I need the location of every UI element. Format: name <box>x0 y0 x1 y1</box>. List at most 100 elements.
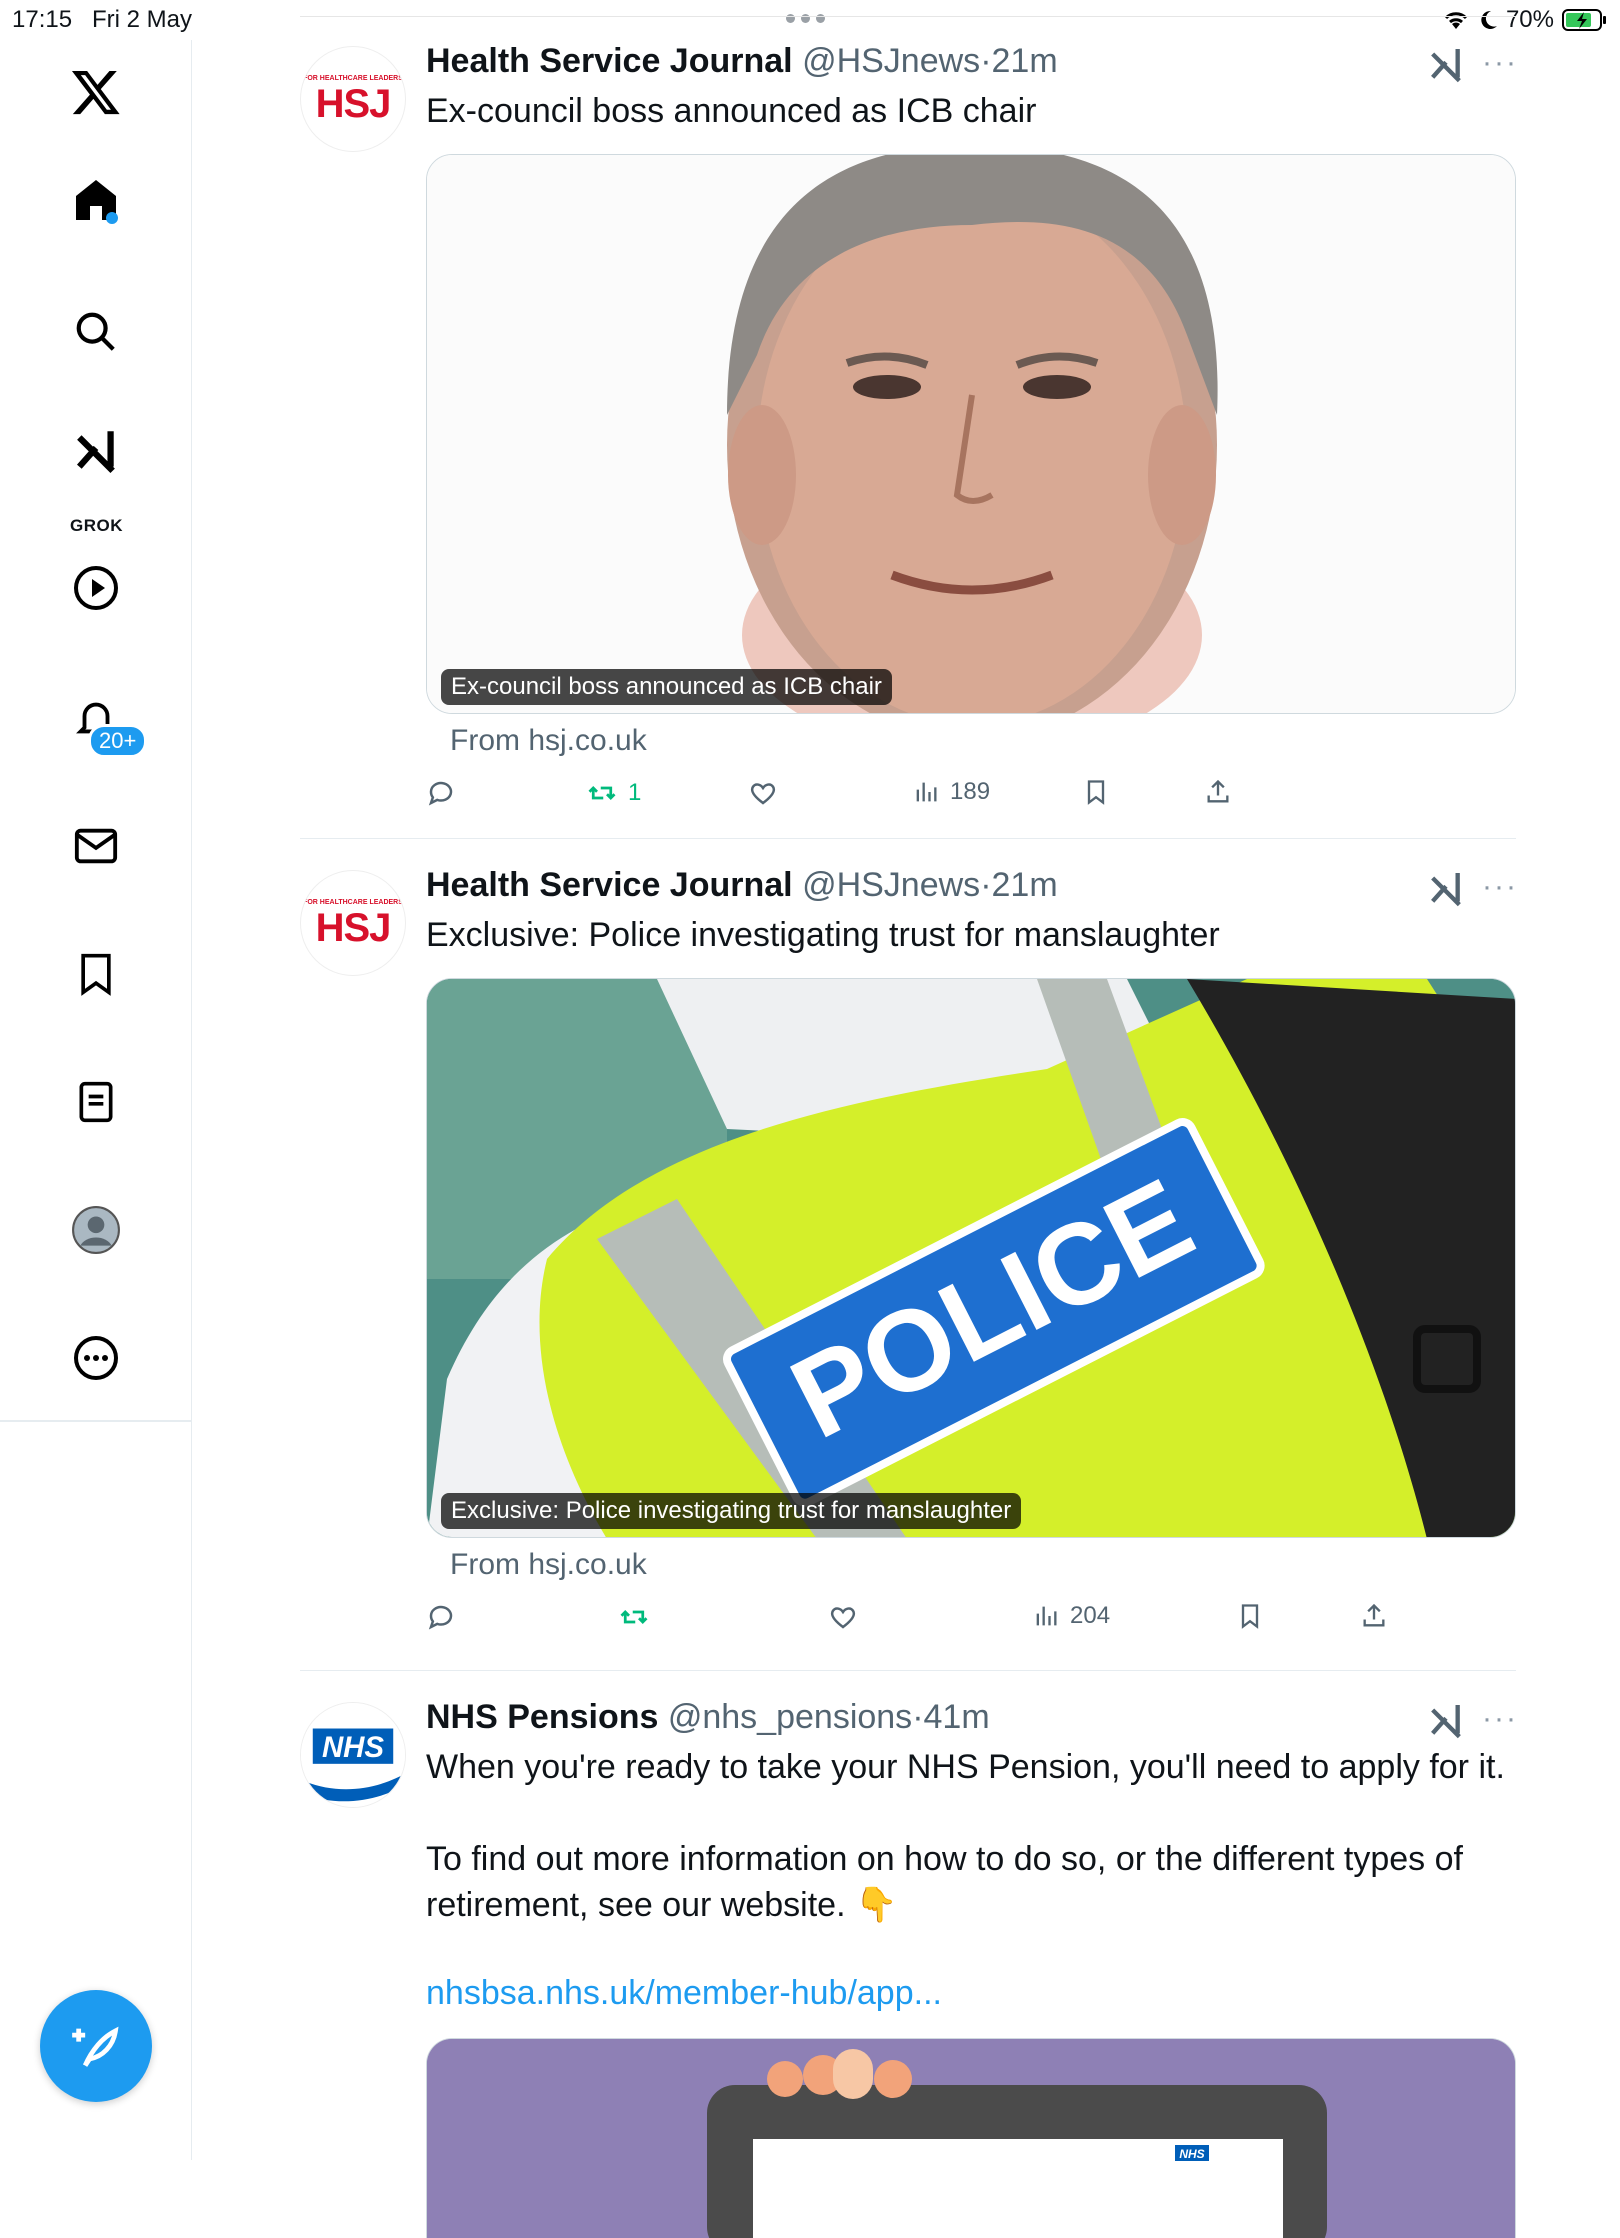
profile-avatar-icon[interactable] <box>66 1200 126 1260</box>
author-handle[interactable]: @nhs_pensions <box>668 1698 912 1736</box>
author-name[interactable]: Health Service Journal <box>426 42 793 80</box>
tweet-header: NHS Pensions @nhs_pensions·41m <box>426 1698 990 1737</box>
tweet-header: Health Service Journal @HSJnews·21m <box>426 866 1058 905</box>
tweet-more-icon[interactable]: ··· <box>1482 870 1518 904</box>
nhs-logo-text: NHS <box>322 1731 384 1764</box>
card-image-police-vest: POLICE <box>427 979 1515 1537</box>
nhs-logo: NHS <box>301 1703 405 1807</box>
views-count: 204 <box>1070 1602 1111 1629</box>
battery-charging-icon <box>1562 9 1606 31</box>
share-icon <box>1363 1603 1385 1627</box>
grok-explain-icon[interactable] <box>1426 868 1466 908</box>
heart-icon <box>830 1607 856 1629</box>
card-source[interactable]: From hsj.co.uk <box>450 724 647 758</box>
like-button[interactable] <box>748 778 778 808</box>
tweet-text: Exclusive: Police investigating trust fo… <box>426 916 1220 954</box>
reply-icon <box>428 1605 453 1630</box>
tweet-actions: 1 189 <box>426 778 1516 818</box>
wifi-icon <box>1444 12 1468 29</box>
card-title-overlay: Exclusive: Police investigating trust fo… <box>441 1493 1022 1529</box>
tweet-text-line2: To find out more information on how to d… <box>426 1840 1463 1878</box>
bookmark-button[interactable] <box>1236 1602 1264 1630</box>
header-dot: · <box>980 866 992 904</box>
tweet-avatar[interactable]: NHS <box>300 1702 406 1808</box>
tweet-text-line3: retirement, see our website. 👇 <box>426 1886 898 1924</box>
tweet-divider <box>300 838 1516 839</box>
retweet-button[interactable] <box>618 1602 650 1632</box>
reply-icon <box>428 781 453 806</box>
grok-icon[interactable] <box>66 420 126 480</box>
reply-button[interactable] <box>426 778 456 808</box>
tweet-text-line1: When you're ready to take your NHS Pensi… <box>426 1748 1505 1786</box>
retweet-icon <box>588 786 616 800</box>
card-image-portrait <box>427 155 1515 713</box>
tweet-more-icon[interactable]: ··· <box>1482 1702 1518 1736</box>
author-name[interactable]: Health Service Journal <box>426 866 793 904</box>
grok-explain-icon[interactable] <box>1426 44 1466 84</box>
top-divider <box>300 16 1516 17</box>
sidebar-divider <box>0 1420 192 1422</box>
heart-icon <box>750 783 776 805</box>
home-unread-dot <box>106 212 118 224</box>
compose-post-button[interactable] <box>40 1990 152 2102</box>
header-dot: · <box>980 42 992 80</box>
bookmark-icon <box>1241 1604 1259 1629</box>
more-options-circle-icon[interactable] <box>66 1328 126 1388</box>
avatar-logo-text: HSJ <box>315 905 392 950</box>
card-nhs-logo-text: NHS <box>1179 2147 1204 2161</box>
lists-icon[interactable] <box>66 1072 126 1132</box>
author-name[interactable]: NHS Pensions <box>426 1698 658 1736</box>
status-date: Fri 2 May <box>92 6 193 33</box>
moon-icon <box>1481 10 1497 29</box>
grok-label: GROK <box>70 516 123 535</box>
avatar-tagline: FOR HEALTHCARE LEADERS <box>303 74 403 82</box>
retweet-icon <box>620 1610 648 1624</box>
card-source[interactable]: From hsj.co.uk <box>450 1548 647 1582</box>
compose-feather-icon <box>72 2026 119 2067</box>
link-card[interactable]: NHS <box>426 2038 1516 2238</box>
tweet-header: Health Service Journal @HSJnews·21m <box>426 42 1058 81</box>
like-button[interactable] <box>828 1602 858 1632</box>
bookmarks-icon[interactable] <box>66 944 126 1004</box>
tweet-more-icon[interactable]: ··· <box>1482 46 1518 80</box>
video-play-icon[interactable] <box>66 558 126 618</box>
tweet-time[interactable]: 21m <box>992 42 1058 80</box>
bookmark-button[interactable] <box>1082 778 1110 806</box>
status-right: 70% <box>1442 6 1608 34</box>
grok-explain-icon[interactable] <box>1426 1700 1466 1740</box>
reply-button[interactable] <box>426 1602 456 1632</box>
sidebar: GROK 20+ <box>0 40 192 2160</box>
tweet-avatar[interactable]: FOR HEALTHCARE LEADERS HSJ <box>300 46 406 152</box>
retweet-button[interactable]: 1 <box>586 778 641 808</box>
battery-percent: 70% <box>1505 6 1554 33</box>
card-title-overlay: Ex-council boss announced as ICB chair <box>441 669 892 705</box>
link-card[interactable]: POLICE Exclusive: Police investigating t… <box>426 978 1516 1538</box>
share-icon <box>1207 779 1229 803</box>
author-handle[interactable]: @HSJnews <box>802 866 980 904</box>
views-count: 189 <box>950 778 991 805</box>
bookmark-icon <box>1087 780 1105 805</box>
search-icon[interactable] <box>66 302 126 362</box>
tweet-actions: 204 <box>426 1602 1516 1642</box>
tweet-link[interactable]: nhsbsa.nhs.uk/member-hub/app... <box>426 1974 942 2013</box>
views-button[interactable]: 189 <box>912 778 990 806</box>
views-bar-icon <box>1036 1606 1057 1626</box>
share-button[interactable] <box>1360 1602 1388 1630</box>
x-logo-icon[interactable] <box>66 62 126 122</box>
tweet-divider <box>300 1670 1516 1671</box>
share-button[interactable] <box>1204 778 1232 806</box>
tweet-time[interactable]: 21m <box>992 866 1058 904</box>
tweet-text: Ex-council boss announced as ICB chair <box>426 92 1037 130</box>
avatar-tagline: FOR HEALTHCARE LEADERS <box>303 898 403 906</box>
author-handle[interactable]: @HSJnews <box>802 42 980 80</box>
card-image-phone-illustration: NHS <box>427 2039 1515 2238</box>
avatar-logo-text: HSJ <box>315 81 392 126</box>
header-dot: · <box>912 1698 924 1736</box>
link-card[interactable]: Ex-council boss announced as ICB chair <box>426 154 1516 714</box>
tweet-avatar[interactable]: FOR HEALTHCARE LEADERS HSJ <box>300 870 406 976</box>
views-button[interactable]: 204 <box>1032 1602 1110 1630</box>
messages-mail-icon[interactable] <box>66 816 126 876</box>
notifications-badge: 20+ <box>88 724 148 758</box>
status-time: 17:15 <box>12 6 73 33</box>
tweet-time[interactable]: 41m <box>924 1698 990 1736</box>
